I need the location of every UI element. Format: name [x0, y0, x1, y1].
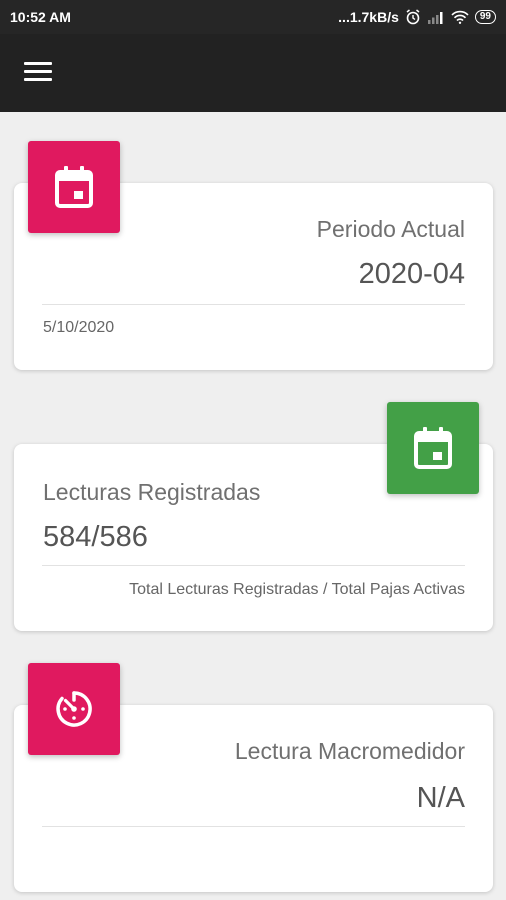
alarm-icon: [406, 9, 420, 25]
status-time: 10:52 AM: [10, 9, 71, 25]
card-value: N/A: [416, 782, 465, 814]
card-divider: [42, 565, 465, 566]
battery-icon: 99: [474, 10, 496, 24]
card-footer: 5/10/2020: [43, 319, 115, 336]
timer-icon: [56, 691, 92, 727]
card-footer: Total Lecturas Registradas / Total Pajas…: [129, 581, 465, 598]
card-title: Periodo Actual: [316, 216, 465, 242]
card-divider: [42, 826, 465, 827]
card-value: 584/586: [43, 521, 148, 553]
network-speed: ...1.7kB/s: [338, 9, 399, 25]
timer-badge: [28, 663, 120, 755]
signal-icon: [427, 12, 443, 24]
menu-icon[interactable]: [24, 62, 54, 86]
calendar-badge: [387, 402, 479, 494]
card-divider: [42, 304, 465, 305]
status-icons: ...1.7kB/s 99: [338, 9, 496, 25]
wifi-icon: [451, 10, 469, 24]
card-title: Lecturas Registradas: [43, 479, 261, 505]
status-bar: 10:52 AM ...1.7kB/s 99: [0, 0, 506, 34]
calendar-icon: [414, 427, 452, 469]
card-title: Lectura Macromedidor: [234, 738, 465, 764]
app-bar: [0, 34, 506, 112]
calendar-icon: [55, 166, 93, 208]
calendar-badge: [28, 141, 120, 233]
card-value: 2020-04: [358, 258, 465, 290]
